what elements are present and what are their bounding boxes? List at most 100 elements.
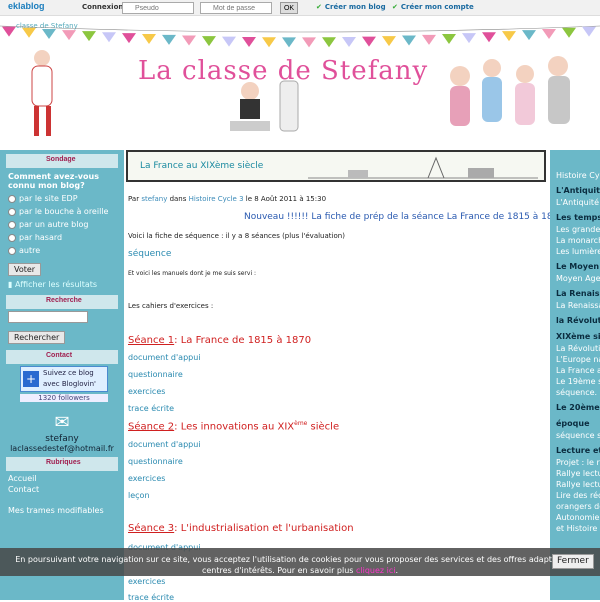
category-link[interactable]: Le 19ème siè bbox=[550, 376, 600, 387]
seance-2-label: Séance 2 bbox=[128, 421, 175, 433]
poll-option[interactable]: autre bbox=[0, 244, 124, 257]
search-button[interactable]: Rechercher bbox=[8, 331, 66, 344]
show-results-label: Afficher les résultats bbox=[14, 280, 98, 289]
category-link[interactable]: Histoire Cycle 3 bbox=[189, 195, 244, 203]
category-link[interactable]: La France au bbox=[550, 365, 600, 376]
category-link[interactable]: Rallye lectu bbox=[550, 468, 600, 479]
category-link[interactable]: séquence sur bbox=[550, 430, 600, 441]
category-link[interactable]: Les grandes bbox=[550, 224, 600, 235]
category-link[interactable]: Autonomie ( bbox=[550, 512, 600, 523]
category-link[interactable]: orangers de bbox=[550, 501, 600, 512]
category-heading: Le 20ème si bbox=[556, 403, 600, 412]
category-link[interactable]: La monarchie bbox=[550, 235, 600, 246]
radio-button[interactable] bbox=[8, 246, 16, 255]
poll-option-label: par un autre blog bbox=[19, 220, 89, 229]
s1-exercices[interactable]: exercices bbox=[128, 387, 165, 396]
cookie-more-link[interactable]: cliquez ici bbox=[356, 566, 396, 575]
seance-3-label: Séance 3 bbox=[128, 523, 175, 534]
sequence-link[interactable]: séquence bbox=[128, 249, 171, 259]
author-link[interactable]: stefany bbox=[141, 195, 167, 203]
s2-exercices[interactable]: exercices bbox=[128, 474, 165, 483]
intro-text: Voici la fiche de séquence : il y a 8 sé… bbox=[128, 232, 345, 240]
search-input[interactable] bbox=[8, 311, 88, 323]
category-link[interactable]: Histoire Cycle bbox=[550, 170, 600, 181]
bunting-flag bbox=[2, 26, 16, 37]
bunting-flag bbox=[382, 36, 396, 47]
right-sidebar: Histoire Cycle L'Antiquité L'Antiquité Les … bbox=[550, 150, 600, 600]
rubriques-menu-item[interactable]: Accueil bbox=[0, 473, 124, 484]
cookie-close-button[interactable]: Fermer bbox=[552, 554, 594, 569]
eklablog-logo[interactable]: eklablog bbox=[8, 1, 45, 11]
rubriques-menu-item[interactable] bbox=[0, 495, 124, 505]
rubriques-widget-title: Rubriques bbox=[6, 457, 118, 471]
category-link[interactable]: La Révolution bbox=[550, 343, 600, 354]
s1-questionnaire[interactable]: questionnaire bbox=[128, 370, 183, 379]
category-link[interactable]: séquence. bbox=[550, 387, 600, 398]
rubriques-menu-item[interactable]: Contact bbox=[0, 484, 124, 495]
rubriques-menu-item[interactable]: Mes trames modifiables bbox=[0, 505, 124, 516]
login-ok-button[interactable]: OK bbox=[280, 2, 298, 14]
vote-button[interactable]: Voter bbox=[8, 263, 42, 276]
seance-2-text: : Les innovations au XIX bbox=[174, 421, 295, 433]
illustration-left-girl bbox=[31, 50, 53, 136]
password-input[interactable] bbox=[200, 2, 272, 14]
category-link[interactable]: Projet : le r bbox=[550, 457, 600, 468]
s2-document[interactable]: document d'appui bbox=[128, 440, 201, 449]
create-blog-link[interactable]: ✔ Créer mon blog bbox=[316, 3, 386, 11]
illustration-girls bbox=[450, 56, 570, 126]
category-heading: Lecture et l bbox=[556, 446, 600, 455]
category-heading: La Renaissa bbox=[556, 289, 600, 298]
bunting-flag bbox=[562, 27, 576, 38]
category-link[interactable]: L'Antiquité bbox=[550, 197, 600, 208]
radio-button[interactable] bbox=[8, 194, 16, 203]
radio-button[interactable] bbox=[8, 233, 16, 242]
illustration-desk-girl bbox=[230, 80, 299, 132]
seance-1-text: : La France de 1815 à 1870 bbox=[174, 335, 312, 346]
bunting-flag bbox=[122, 33, 136, 44]
poll-question: Comment avez-vous connu mon blog? bbox=[8, 172, 99, 190]
blog-header: classe de Stefany La classe de Stefany bbox=[0, 16, 600, 150]
radio-button[interactable] bbox=[8, 220, 16, 229]
category-link[interactable]: La Renaissan bbox=[550, 300, 600, 311]
category-link[interactable]: Moyen Age bbox=[550, 273, 600, 284]
seance-3-text: : L'industrialisation et l'urbanisation bbox=[174, 523, 354, 534]
s2-lecon[interactable]: leçon bbox=[128, 491, 150, 500]
top-bar: eklablog Connexion : OK ✔Créer mon blog … bbox=[0, 0, 600, 16]
bunting-flag bbox=[322, 37, 336, 48]
create-account-link[interactable]: ✔ Créer mon compte bbox=[392, 3, 474, 11]
search-title-text: Recherche bbox=[46, 297, 82, 304]
bloglovin-badge[interactable]: + Suivez ce blog avec Bloglovin' bbox=[20, 366, 108, 392]
contact-email: laclassedestef@hotmail.fr bbox=[10, 444, 114, 453]
pseudo-input[interactable] bbox=[122, 2, 194, 14]
poll-option[interactable]: par hasard bbox=[0, 231, 124, 244]
category-link[interactable]: Lire des réc bbox=[550, 490, 600, 501]
bunting-flag bbox=[482, 32, 496, 43]
banner-title[interactable]: La France au XIXème siècle bbox=[140, 161, 263, 171]
bunting-flag bbox=[42, 28, 56, 39]
category-heading: la Révolutio bbox=[556, 316, 600, 325]
s1-document[interactable]: document d'appui bbox=[128, 353, 201, 362]
s2-questionnaire[interactable]: questionnaire bbox=[128, 457, 183, 466]
s3-exercices[interactable]: exercices bbox=[128, 577, 165, 586]
bunting-flag bbox=[202, 36, 216, 47]
s1-trace[interactable]: trace écrite bbox=[128, 404, 174, 413]
bunting-flag bbox=[162, 34, 176, 45]
bunting-flag bbox=[62, 30, 76, 41]
show-results-link[interactable]: ▮ Afficher les résultats bbox=[0, 278, 124, 291]
s3-trace[interactable]: trace écrite bbox=[128, 593, 174, 602]
create-blog-label: Créer mon blog bbox=[324, 3, 386, 11]
category-link[interactable]: et Histoire c bbox=[550, 523, 600, 534]
seance-3-heading: Séance 3: L'industrialisation et l'urban… bbox=[128, 523, 354, 534]
contact-name: stefany bbox=[45, 434, 79, 444]
bunting-flag bbox=[442, 34, 456, 45]
radio-button[interactable] bbox=[8, 207, 16, 216]
poll-option[interactable]: par un autre blog bbox=[0, 218, 124, 231]
poll-option[interactable]: par le bouche à oreille bbox=[0, 205, 124, 218]
post-banner: La France au XIXème siècle bbox=[126, 150, 546, 182]
category-link[interactable]: Les lumières bbox=[550, 246, 600, 257]
poll-option[interactable]: par le site EDP bbox=[0, 192, 124, 205]
poll-widget-title: Sondage bbox=[6, 154, 118, 168]
poll-option-label: par le bouche à oreille bbox=[19, 207, 109, 216]
category-link[interactable]: Rallye lectu bbox=[550, 479, 600, 490]
category-link[interactable]: L'Europe nap bbox=[550, 354, 600, 365]
